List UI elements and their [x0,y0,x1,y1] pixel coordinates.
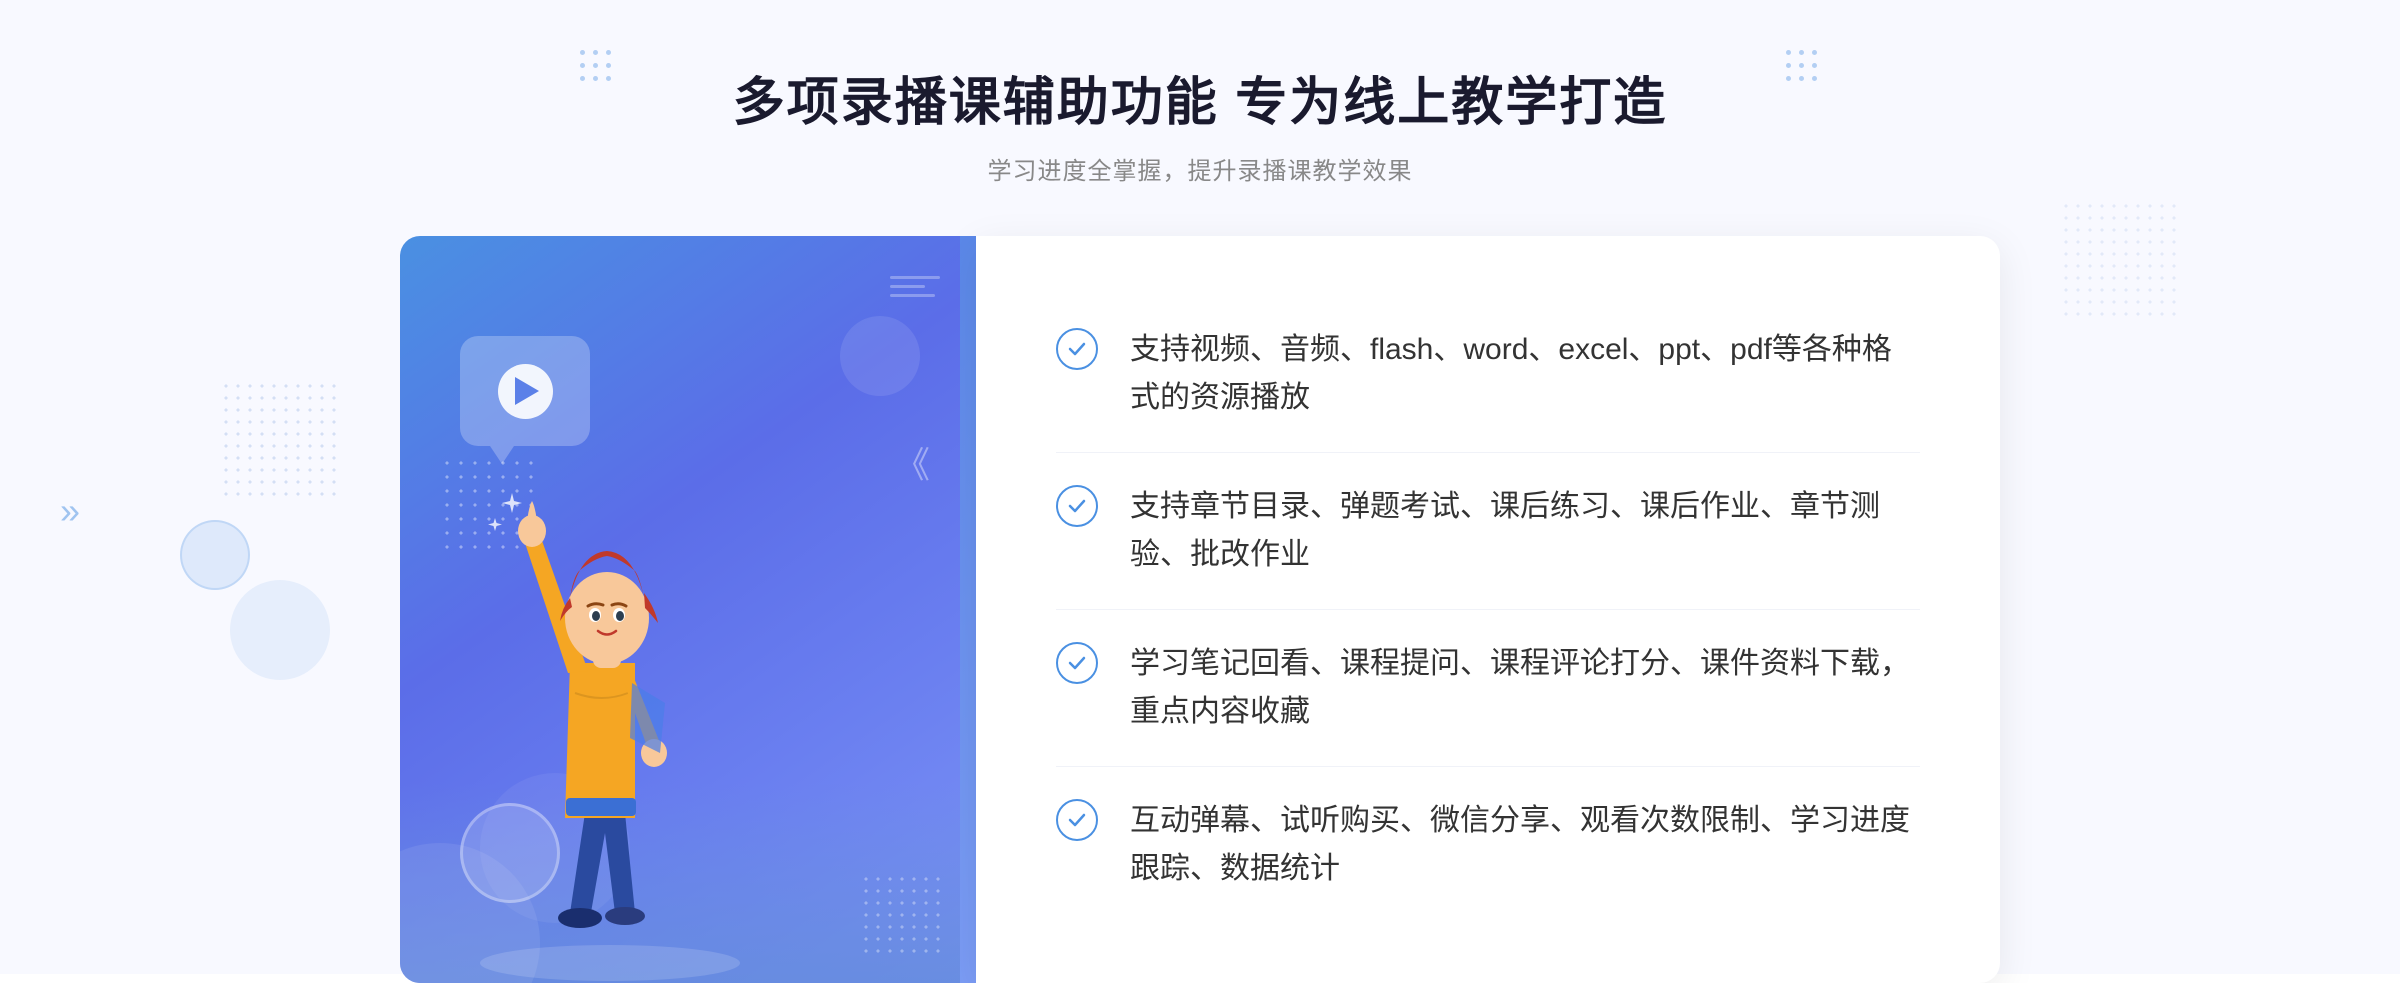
feature-text-4: 互动弹幕、试听购买、微信分享、观看次数限制、学习进度跟踪、数据统计 [1130,797,1920,893]
check-icon-1 [1056,328,1098,370]
checkmark-svg-4 [1066,809,1088,831]
deco-line-3 [890,294,935,297]
play-triangle [515,377,539,405]
subtitle: 学习进度全掌握，提升录播课教学效果 [733,151,1667,186]
page-wrapper: 多项录播课辅助功能 专为线上教学打造 学习进度全掌握，提升录播课教学效果 » 《 [0,0,2400,974]
feature-text-2: 支持章节目录、弹题考试、课后练习、课后作业、章节测验、批改作业 [1130,483,1920,579]
checkmark-svg-3 [1066,652,1088,674]
deco-line-2 [890,285,925,288]
check-circle-3 [1056,642,1098,684]
deco-circle-left-1 [180,520,250,590]
check-circle-1 [1056,328,1098,370]
check-icon-3 [1056,642,1098,684]
deco-circle-left-2 [230,580,330,680]
deco-lines [890,276,940,297]
feature-item-2: 支持章节目录、弹题考试、课后练习、课后作业、章节测验、批改作业 [1056,453,1920,610]
chevron-left-deco: » [60,490,80,532]
feature-text-1: 支持视频、音频、flash、word、excel、ppt、pdf等各种格式的资源… [1130,326,1920,422]
ill-bottom-dots [860,873,940,953]
person-illustration [440,423,780,983]
content-panel: 支持视频、音频、flash、word、excel、ppt、pdf等各种格式的资源… [976,236,2000,983]
feature-item-1: 支持视频、音频、flash、word、excel、ppt、pdf等各种格式的资源… [1056,296,1920,453]
grid-dots-left-deco [580,50,614,84]
dot-pattern-bottom-left [220,380,340,500]
content-area: 《 [400,236,2000,983]
illustration-panel: 《 [400,236,960,983]
header-section: 多项录播课辅助功能 专为线上教学打造 学习进度全掌握，提升录播课教学效果 [733,60,1667,186]
dot-pattern-top-right [2060,200,2180,320]
checkmark-svg-1 [1066,338,1088,360]
ill-circle-3 [840,316,920,396]
feature-item-3: 学习笔记回看、课程提问、课程评论打分、课件资料下载，重点内容收藏 [1056,610,1920,767]
feature-text-3: 学习笔记回看、课程提问、课程评论打分、课件资料下载，重点内容收藏 [1130,640,1920,736]
check-circle-4 [1056,799,1098,841]
ill-arrow-deco: 《 [894,436,930,488]
blue-accent-strip [960,236,976,983]
main-title: 多项录播课辅助功能 专为线上教学打造 [733,60,1667,135]
check-icon-2 [1056,485,1098,527]
checkmark-svg-2 [1066,495,1088,517]
play-icon[interactable] [498,364,553,419]
grid-dots-right-deco [1786,50,1820,84]
deco-line-1 [890,276,940,279]
feature-item-4: 互动弹幕、试听购买、微信分享、观看次数限制、学习进度跟踪、数据统计 [1056,767,1920,923]
check-circle-2 [1056,485,1098,527]
check-icon-4 [1056,799,1098,841]
